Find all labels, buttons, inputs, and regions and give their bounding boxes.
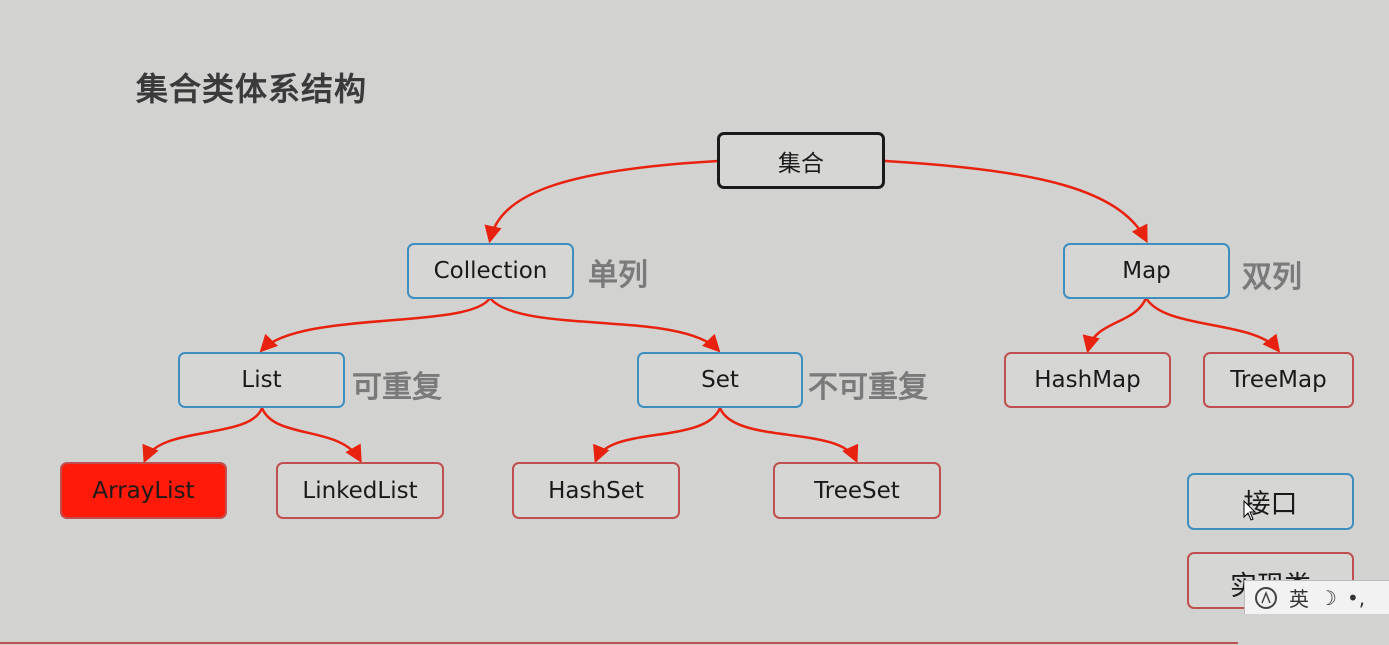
note-map: 双列 [1242,260,1302,295]
node-treeset: TreeSet [773,462,941,519]
edge-list-arraylist [142,407,264,464]
bottom-divider [0,642,1238,644]
node-list: List [178,352,345,408]
node-arraylist: ArrayList [60,462,227,519]
edge-collection-set [489,297,721,353]
node-collection: Collection [407,243,574,299]
mouse-cursor-icon [1243,500,1257,521]
edge-set-hashset [593,407,722,464]
ime-logo-icon[interactable] [1253,585,1279,611]
ime-moon-icon[interactable]: ☽ [1319,586,1337,610]
ime-language-toggle[interactable]: 英 [1289,583,1309,612]
node-root: 集合 [717,132,885,189]
edge-collection-list [259,297,492,353]
edge-root-collection [484,159,719,244]
note-list: 可重复 [352,370,442,405]
edge-map-treemap [1144,297,1281,353]
note-set: 不可重复 [808,370,928,405]
node-hashmap: HashMap [1004,352,1171,408]
node-hashset: HashSet [512,462,680,519]
note-collection: 单列 [588,258,648,293]
ime-punctuation-icon[interactable]: •, [1347,586,1365,610]
node-set: Set [637,352,803,408]
tree-edges [142,159,1281,464]
edge-list-linkedlist [260,407,362,464]
edge-map-hashmap [1082,297,1148,354]
edge-root-map [884,159,1148,244]
node-map: Map [1063,243,1230,299]
legend-interface: 接口 [1187,473,1354,530]
ime-toolbar[interactable]: 英 ☽ •, [1244,580,1389,614]
node-treemap: TreeMap [1203,352,1354,408]
edge-set-treeset [718,407,859,464]
node-linkedlist: LinkedList [276,462,444,519]
